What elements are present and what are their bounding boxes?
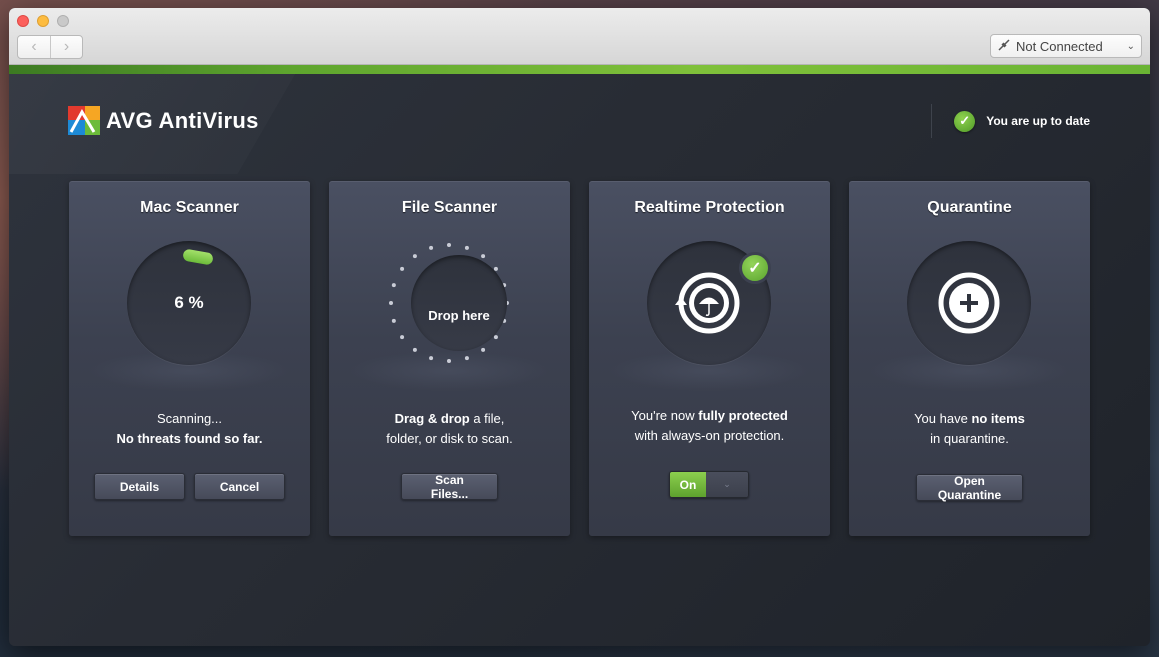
avg-logo-icon xyxy=(68,104,102,138)
app-window: ‹ › Not Connected ⌄ AVG AntiVirus ✓ You … xyxy=(9,8,1150,646)
plus-circle-icon xyxy=(938,272,1000,334)
chevron-down-icon: ⌄ xyxy=(1126,40,1135,52)
realtime-protection-card: Realtime Protection ✓ You're now fully p… xyxy=(589,181,830,536)
ring-dot xyxy=(429,245,434,250)
card-title: Mac Scanner xyxy=(140,199,239,216)
file-scan-buttons: Scan Files... xyxy=(329,473,570,501)
connection-status-label: Not Connected xyxy=(1016,38,1103,54)
instruction-rest: a file, xyxy=(469,411,505,426)
ring-dot xyxy=(400,335,405,340)
app-content: AVG AntiVirus ✓ You are up to date Mac S… xyxy=(9,74,1150,646)
instruction-line-2: folder, or disk to scan. xyxy=(386,431,513,446)
status-strip xyxy=(9,65,1150,74)
open-quarantine-button[interactable]: Open Quarantine xyxy=(916,474,1023,502)
avg-logo: AVG AntiVirus xyxy=(68,104,259,138)
details-button[interactable]: Details xyxy=(94,473,185,500)
protection-line-1: You're now fully protected xyxy=(599,406,820,426)
protection-bold: fully protected xyxy=(698,408,788,423)
ring-dot xyxy=(464,245,469,250)
check-icon: ✓ xyxy=(954,110,976,132)
realtime-protection-toggle[interactable]: On ⌄ xyxy=(669,471,749,498)
scan-result-line: No threats found so far. xyxy=(116,431,263,446)
toggle-on-label: On xyxy=(670,472,706,497)
ring-dot xyxy=(412,254,417,259)
minimize-window-button[interactable] xyxy=(37,15,49,27)
protected-check-icon: ✓ xyxy=(739,252,771,284)
ring-dot xyxy=(493,335,498,340)
drop-zone[interactable]: Drop here xyxy=(387,241,511,365)
chevron-right-icon: › xyxy=(63,38,70,55)
feature-cards: Mac Scanner 6 % Scanning... No threats f… xyxy=(69,181,1090,536)
card-title: Quarantine xyxy=(927,199,1012,216)
ring-dot xyxy=(389,301,393,305)
drop-here-label: Drop here xyxy=(428,308,490,323)
nav-buttons: ‹ › xyxy=(17,35,83,59)
ring-dot xyxy=(391,318,396,323)
brand-name: AVG AntiVirus xyxy=(106,108,259,133)
back-button[interactable]: ‹ xyxy=(18,36,50,58)
cancel-scan-button[interactable]: Cancel xyxy=(194,473,285,500)
connection-select[interactable]: Not Connected ⌄ xyxy=(990,34,1142,58)
instruction-line-1: Drag & drop a file, xyxy=(339,409,560,429)
scan-progress-percent: 6 % xyxy=(174,293,204,312)
ring-dot xyxy=(447,359,451,363)
update-status-text: You are up to date xyxy=(986,114,1090,128)
drop-zone-center: Drop here xyxy=(411,255,507,351)
toggle-knob-icon: ⌄ xyxy=(706,472,748,497)
plug-icon xyxy=(997,38,1011,55)
close-window-button[interactable] xyxy=(17,15,29,27)
scan-progress-indicator xyxy=(182,248,214,266)
ring-dot xyxy=(481,254,486,259)
instruction-bold: Drag & drop xyxy=(394,411,470,426)
ring-dot xyxy=(447,243,451,247)
quarantine-card: Quarantine You have no items in quaranti… xyxy=(849,181,1090,536)
window-controls xyxy=(17,15,69,27)
scan-status-text: Scanning... No threats found so far. xyxy=(79,409,300,449)
title-bar: ‹ › Not Connected ⌄ xyxy=(9,8,1150,65)
quarantine-bold: no items xyxy=(971,411,1025,426)
ring-dot xyxy=(481,347,486,352)
update-status: ✓ You are up to date xyxy=(931,104,1090,138)
quarantine-line-1: You have no items xyxy=(859,409,1080,429)
file-scan-instructions: Drag & drop a file, folder, or disk to s… xyxy=(339,409,560,449)
ring-dot xyxy=(400,266,405,271)
protection-status-text: You're now fully protected with always-o… xyxy=(599,406,820,446)
protection-line-2: with always-on protection. xyxy=(634,428,785,443)
protection-pre: You're now xyxy=(631,408,699,423)
scan-files-button[interactable]: Scan Files... xyxy=(401,473,498,501)
ring-dot xyxy=(464,356,469,361)
ring-dot xyxy=(391,283,396,288)
forward-button[interactable]: › xyxy=(50,36,82,58)
scan-buttons: Details Cancel xyxy=(69,473,310,500)
card-title: Realtime Protection xyxy=(634,199,785,216)
chevron-left-icon: ‹ xyxy=(31,38,37,55)
quarantine-pre: You have xyxy=(914,411,972,426)
quarantine-dial xyxy=(907,241,1031,365)
quarantine-status-text: You have no items in quarantine. xyxy=(859,409,1080,449)
quarantine-buttons: Open Quarantine xyxy=(849,474,1090,502)
file-scanner-card: File Scanner Drop here Drag & drop a fil… xyxy=(329,181,570,536)
mac-scanner-card: Mac Scanner 6 % Scanning... No threats f… xyxy=(69,181,310,536)
ring-dot xyxy=(412,347,417,352)
scan-status-line: Scanning... xyxy=(156,411,223,426)
zoom-window-button[interactable] xyxy=(57,15,69,27)
ring-dot xyxy=(429,356,434,361)
quarantine-line-2: in quarantine. xyxy=(930,431,1009,446)
scan-progress-dial: 6 % xyxy=(127,241,251,365)
card-title: File Scanner xyxy=(401,199,498,216)
